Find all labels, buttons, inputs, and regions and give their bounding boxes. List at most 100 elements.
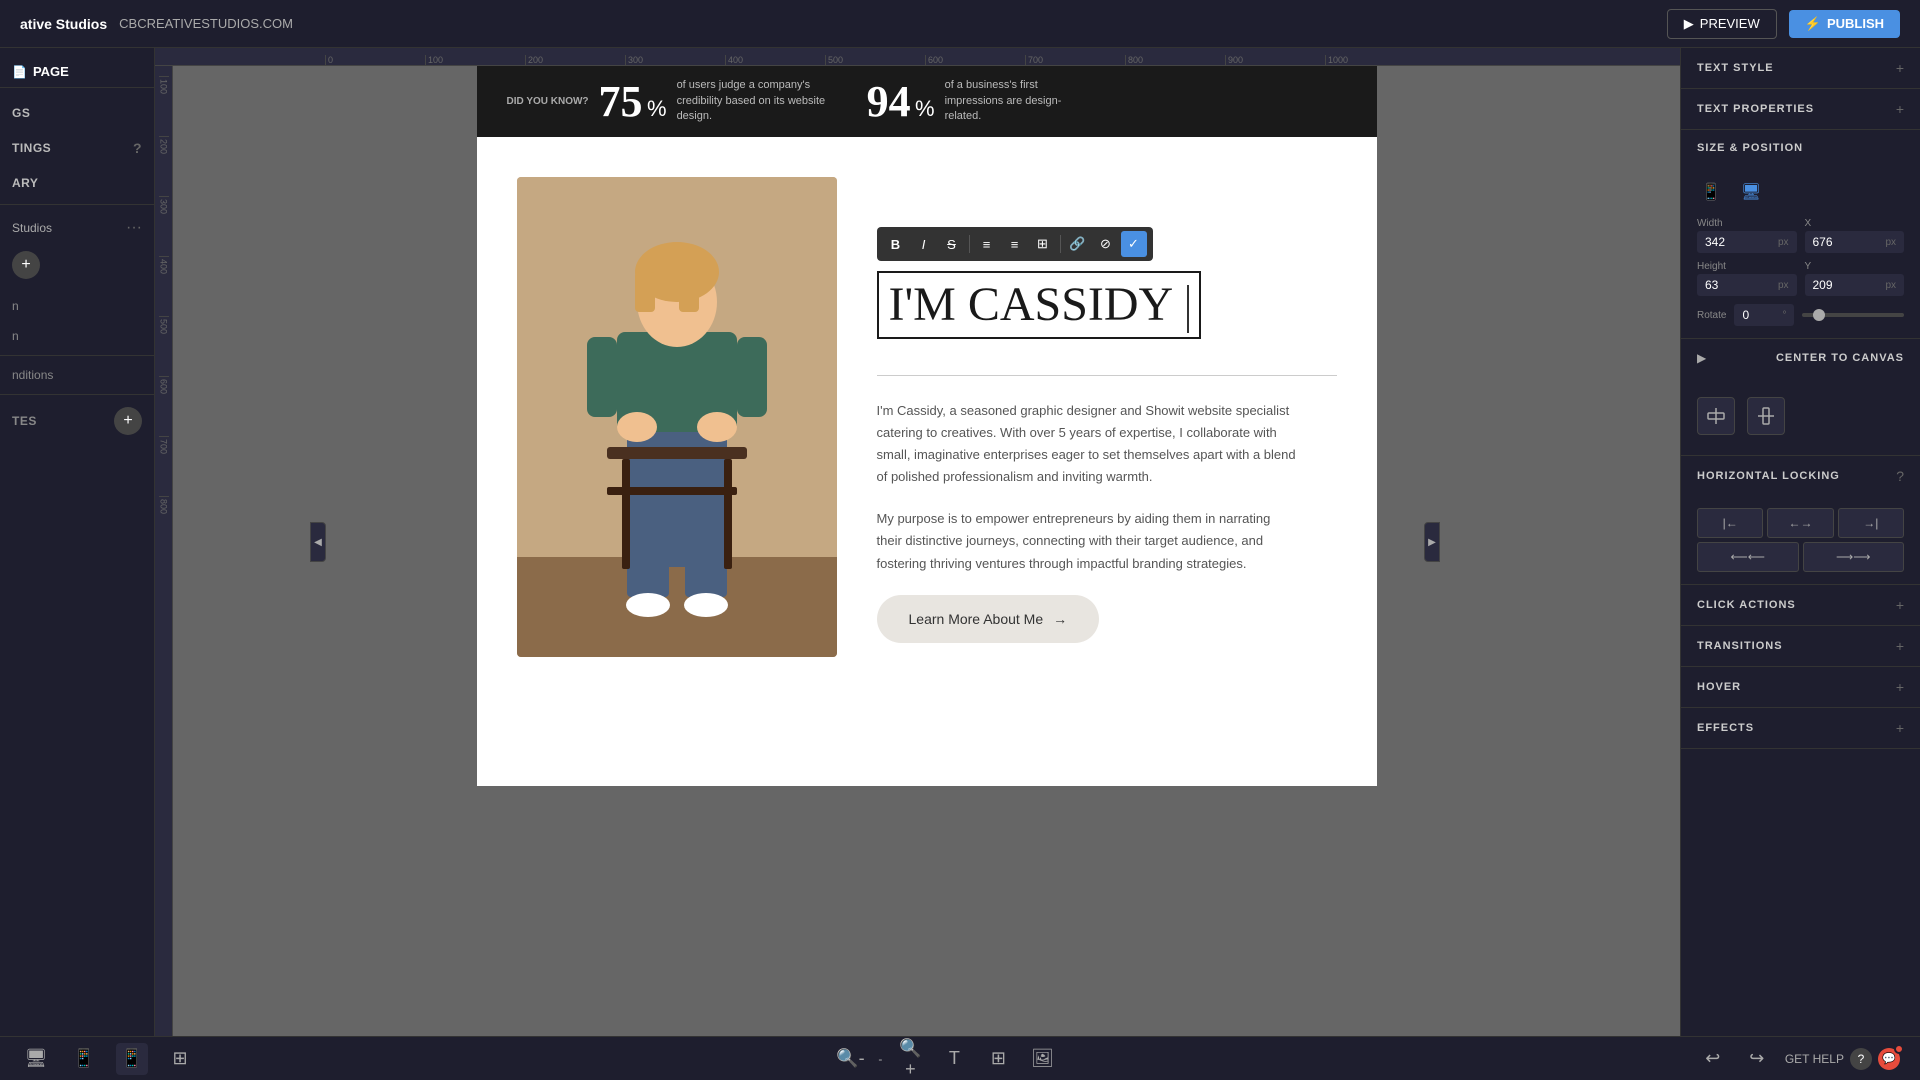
desktop-view-button[interactable]: 🖥	[20, 1043, 52, 1075]
bold-button[interactable]: B	[883, 231, 909, 257]
sidebar-nav-item-n1[interactable]: n	[0, 291, 154, 321]
preview-button[interactable]: ▶ PREVIEW	[1667, 9, 1777, 39]
list-unordered-button[interactable]: ≡	[974, 231, 1000, 257]
lock-stretch-right-button[interactable]: ⟶⟶	[1803, 542, 1905, 572]
text-style-header[interactable]: TEXT STYLE +	[1681, 48, 1920, 88]
learn-more-button[interactable]: Learn More About Me →	[877, 595, 1100, 643]
size-position-header[interactable]: SIZE & POSITION	[1681, 130, 1920, 166]
effects-header[interactable]: EFFECTS +	[1681, 708, 1920, 749]
unlink-button[interactable]: ⊘	[1093, 231, 1119, 257]
rotate-input[interactable]: 0 °	[1734, 304, 1794, 326]
text-properties-header[interactable]: TEXT PROPERTIES +	[1681, 89, 1920, 129]
stat-number-2: 94 %	[867, 76, 935, 127]
undo-button[interactable]: ↩	[1697, 1043, 1729, 1075]
hover-title: HOVER	[1697, 681, 1741, 693]
lock-right-button[interactable]: →|	[1838, 508, 1904, 538]
transitions-header[interactable]: TRANSITIONS +	[1681, 626, 1920, 667]
ruler-mark-300: 300	[625, 55, 725, 65]
main-layout: 📄 PAGE GS TINGS ? ARY Studios ··· + n n …	[0, 48, 1920, 1036]
indent-button[interactable]: ⊞	[1030, 231, 1056, 257]
add-template-button[interactable]: +	[114, 407, 142, 435]
zoom-in-button[interactable]: 🔍+	[894, 1043, 926, 1075]
lock-grid-bottom: ⟵⟵ ⟶⟶	[1697, 542, 1904, 572]
ruler-left-300: 300	[159, 196, 169, 256]
center-canvas-header[interactable]: ▶ CENTER TO CANVAS	[1681, 339, 1920, 377]
ruler-mark-900: 900	[1225, 55, 1325, 65]
effects-expand-icon: +	[1896, 720, 1904, 736]
size-position-content: 📱 🖥 Width 342 px X 676	[1681, 166, 1920, 338]
heading-cassidy[interactable]: I'M CASSIDY	[877, 271, 1202, 339]
zoom-out-button[interactable]: 🔍-	[834, 1043, 866, 1075]
y-input[interactable]: 209 px	[1805, 274, 1905, 296]
sidebar-page-section[interactable]: 📄 PAGE	[0, 56, 154, 88]
ruler-mark-1000: 1000	[1325, 55, 1425, 65]
hover-header[interactable]: HOVER +	[1681, 667, 1920, 708]
link-button[interactable]: 🔗	[1065, 231, 1091, 257]
desktop-device-button[interactable]: 🖥	[1737, 178, 1765, 206]
project-menu-icon[interactable]: ···	[126, 219, 142, 237]
sidebar-item-ary[interactable]: ARY	[0, 166, 154, 200]
right-panel: TEXT STYLE + TEXT PROPERTIES + SIZE & PO…	[1680, 48, 1920, 1036]
publish-button[interactable]: ⚡ PUBLISH	[1789, 10, 1900, 38]
bottom-left-tools: 🖥 📱 📱 ⊞	[20, 1043, 196, 1075]
x-value: 676	[1813, 235, 1886, 249]
brand-name: ative Studios	[20, 16, 107, 32]
sidebar-nav-item-n2[interactable]: n	[0, 321, 154, 351]
sidebar-collapse-arrow[interactable]: ◀	[310, 522, 326, 562]
text-formatting-toolbar: B I S ≡ ≡ ⊞ 🔗 ⊘ ✓	[877, 227, 1153, 261]
center-vertical-button[interactable]	[1747, 397, 1785, 435]
tablet-view-button[interactable]: 📱	[68, 1043, 100, 1075]
horizontal-locking-header[interactable]: HORIZONTAL LOCKING ?	[1681, 456, 1920, 496]
sidebar-conditions[interactable]: nditions	[0, 360, 154, 390]
get-help-button[interactable]: GET HELP ? 💬	[1785, 1048, 1900, 1070]
sidebar-item-gs[interactable]: GS	[0, 96, 154, 130]
topbar-right: ▶ PREVIEW ⚡ PUBLISH	[1667, 9, 1900, 39]
center-horizontal-button[interactable]	[1697, 397, 1735, 435]
ruler-left-800: 800	[159, 496, 169, 556]
size-position-title: SIZE & POSITION	[1697, 142, 1803, 154]
get-help-label: GET HELP	[1785, 1052, 1844, 1066]
x-input[interactable]: 676 px	[1805, 231, 1905, 253]
chat-badge	[1894, 1044, 1904, 1054]
canvas-scroll[interactable]: DID YOU KNOW? 75 % of users judge a comp…	[173, 66, 1680, 1036]
phone-view-button[interactable]: 📱	[116, 1043, 148, 1075]
sidebar-item-tings[interactable]: TINGS ?	[0, 130, 154, 166]
topbar: ative Studios CBCREATIVESTUDIOS.COM ▶ PR…	[0, 0, 1920, 48]
panel-collapse-arrow[interactable]: ▶	[1424, 522, 1440, 562]
text-style-title: TEXT STYLE	[1697, 62, 1774, 74]
list-ordered-button[interactable]: ≡	[1002, 231, 1028, 257]
lock-center-button[interactable]: ←→	[1767, 508, 1833, 538]
mobile-device-button[interactable]: 📱	[1697, 178, 1725, 206]
text-style-section: TEXT STYLE +	[1681, 48, 1920, 89]
rotate-slider[interactable]	[1802, 313, 1904, 317]
height-input[interactable]: 63 px	[1697, 274, 1797, 296]
ruler-mark-600: 600	[925, 55, 1025, 65]
image-tool-button[interactable]: 🖼	[1026, 1043, 1058, 1075]
selection-tool-button[interactable]: ⊞	[982, 1043, 1014, 1075]
strikethrough-button[interactable]: S	[939, 231, 965, 257]
sidebar-templates[interactable]: TES +	[0, 399, 154, 443]
bottom-toolbar: 🖥 📱 📱 ⊞ 🔍- - 🔍+ T ⊞ 🖼 ↩ ↪ GET HELP ? 💬	[0, 1036, 1920, 1080]
click-actions-header[interactable]: CLICK ACTIONS +	[1681, 585, 1920, 626]
grid-view-button[interactable]: ⊞	[164, 1043, 196, 1075]
width-input[interactable]: 342 px	[1697, 231, 1797, 253]
text-tool-button[interactable]: T	[938, 1043, 970, 1075]
italic-button[interactable]: I	[911, 231, 937, 257]
hover-expand-icon: +	[1896, 679, 1904, 695]
add-item-button[interactable]: +	[12, 251, 40, 279]
stat-75-suffix: %	[647, 96, 667, 121]
stat-75: 75	[599, 77, 643, 126]
ruler-mark-200: 200	[525, 55, 625, 65]
gs-label: GS	[12, 106, 30, 120]
chat-icon: 💬	[1878, 1048, 1900, 1070]
redo-button[interactable]: ↪	[1741, 1043, 1773, 1075]
lock-stretch-left-button[interactable]: ⟵⟵	[1697, 542, 1799, 572]
center-canvas-arrow: ▶	[1697, 351, 1706, 365]
stat-number-1: 75 %	[599, 76, 667, 127]
confirm-button[interactable]: ✓	[1121, 231, 1147, 257]
lock-left-button[interactable]: |←	[1697, 508, 1763, 538]
width-field: Width 342 px	[1697, 218, 1797, 253]
bottom-center-tools: 🔍- - 🔍+ T ⊞ 🖼	[834, 1043, 1058, 1075]
height-field: Height 63 px	[1697, 261, 1797, 296]
preview-label: PREVIEW	[1700, 16, 1760, 31]
